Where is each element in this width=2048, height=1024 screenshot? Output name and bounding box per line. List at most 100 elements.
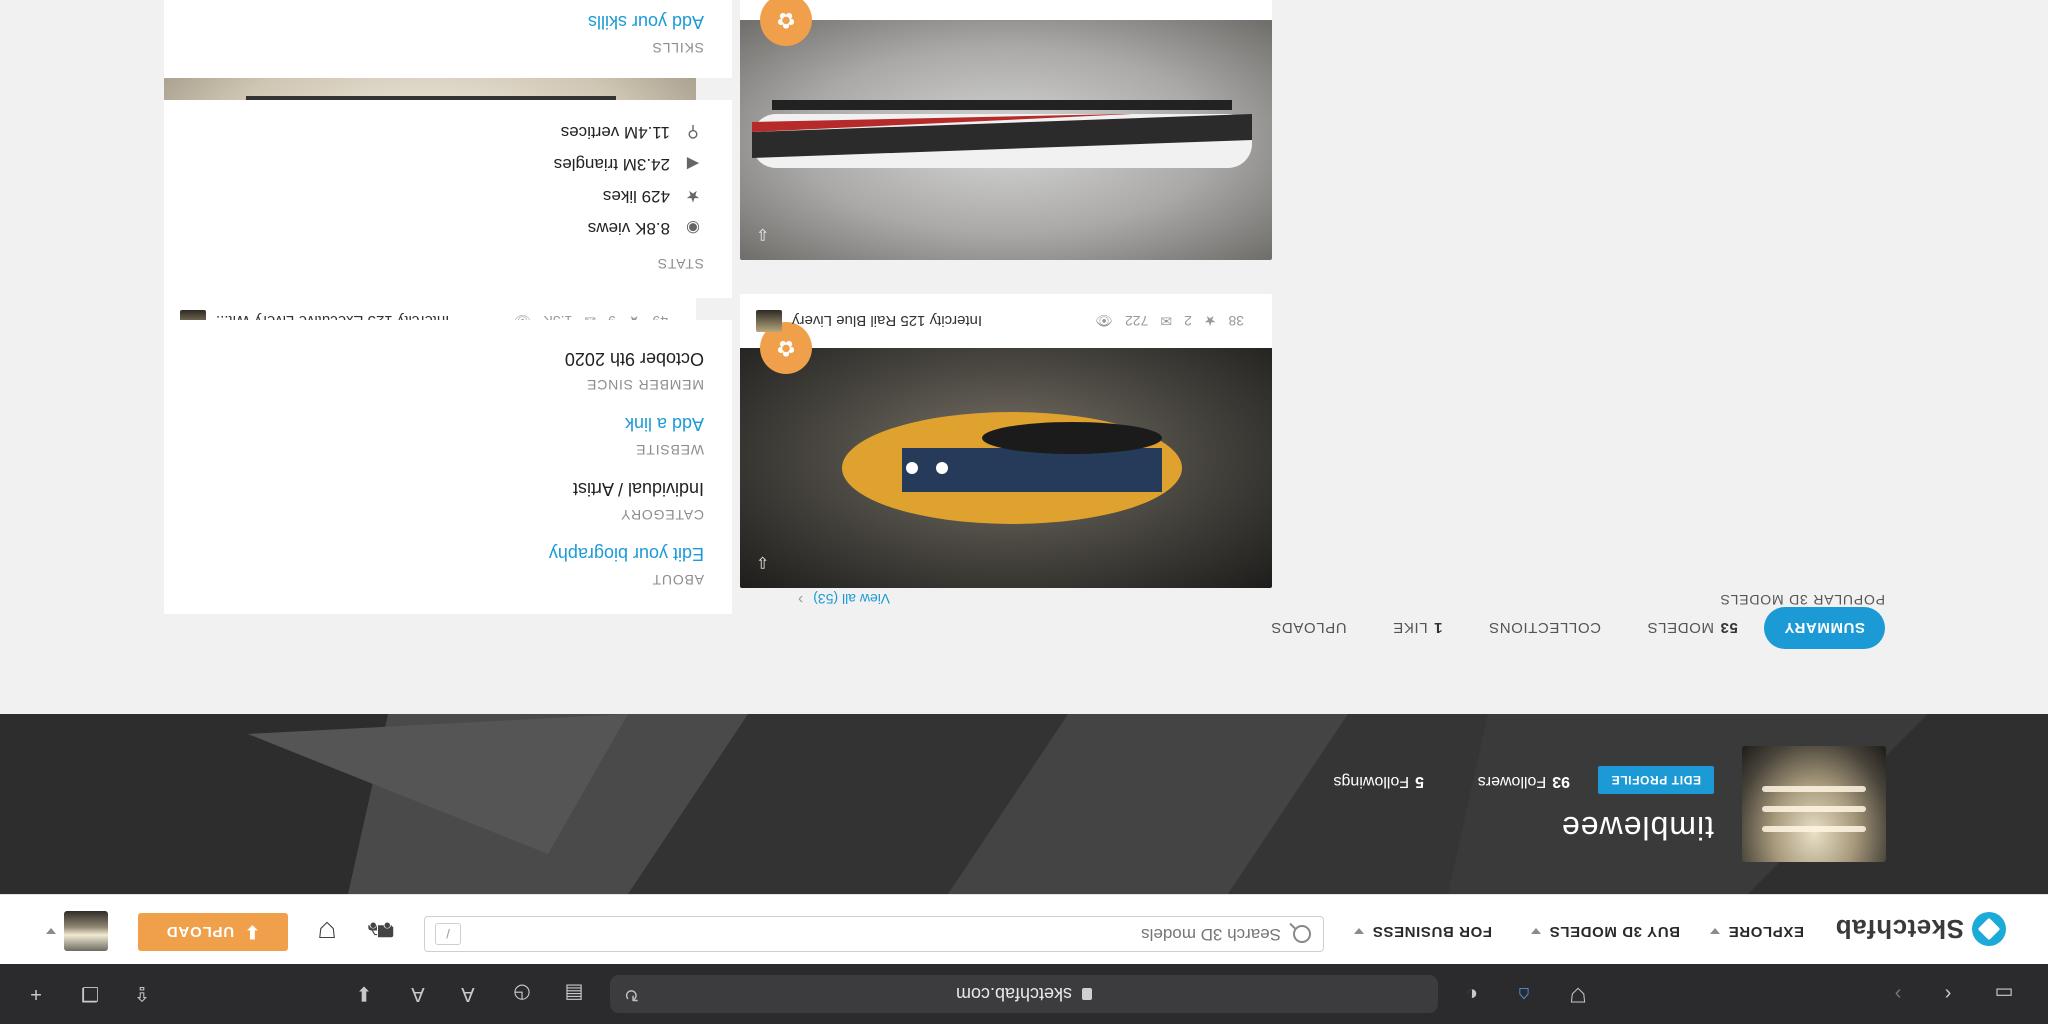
model-title-row: Intercity 125 Rail Blue Livery 👁 722 ✉ 2 ★… <box>740 294 1272 348</box>
tab-models[interactable]: 53 MODELS <box>1627 607 1758 649</box>
star-icon: ★ <box>1203 313 1217 330</box>
tab-models-count: 53 <box>1719 619 1738 637</box>
train-render <box>752 100 1252 168</box>
upload-arrow-icon: ⬇ <box>244 922 261 943</box>
download-manager-icon[interactable]: ⬇ <box>350 980 378 1008</box>
model-thumbnail[interactable]: ⇩ <box>740 20 1272 260</box>
screenshot-icon[interactable]: ▤ <box>560 980 588 1008</box>
stat-triangles-value: 24.3M triangles <box>553 155 670 174</box>
tab-uploads-label: UPLOADS <box>1270 619 1347 637</box>
add-skills-link[interactable]: Add your skills <box>192 11 704 32</box>
nav-for-business[interactable]: FOR BUSINESS <box>1354 923 1492 940</box>
download-icon[interactable]: ⇩ <box>756 224 769 244</box>
banner-pattern <box>0 714 2048 894</box>
tab-uploads[interactable]: UPLOADS <box>1251 607 1367 649</box>
stat-triangles: ◀ 24.3M triangles <box>192 154 704 174</box>
model-card[interactable]: ⇩ ✿ <box>740 0 1272 260</box>
stats-label: STATS <box>656 256 704 272</box>
search-input[interactable] <box>521 924 1281 944</box>
nav-business-label: FOR BUSINESS <box>1372 923 1492 940</box>
stats-panel: STATS ◉ 8.8K views ★ 429 likes ◀ 24.3M tria… <box>164 100 732 298</box>
category-label: CATEGORY <box>620 507 704 523</box>
translate-icon[interactable]: A <box>454 980 482 1008</box>
nav-buy-label: BUY 3D MODELS <box>1549 923 1680 940</box>
tab-summary-label: SUMMARY <box>1783 619 1865 637</box>
share-icon[interactable]: ⇪ <box>128 980 156 1008</box>
nav-explore-label: EXPLORE <box>1728 923 1804 940</box>
url-text: sketchfab.com <box>955 984 1073 1005</box>
star-icon: ★ <box>685 187 701 204</box>
stat-views: ◉ 8.8K views <box>192 218 704 238</box>
tab-models-label: MODELS <box>1647 619 1714 637</box>
user-avatar[interactable] <box>64 911 108 951</box>
comment-icon: ✉ <box>1160 313 1173 330</box>
search-shortcut-key: / <box>435 923 461 945</box>
followers-count: 93 <box>1552 773 1570 790</box>
history-icon[interactable]: ◷ <box>508 980 536 1008</box>
view-all-label: View all (53) <box>813 591 890 607</box>
add-website-link[interactable]: Add a link <box>192 413 704 434</box>
nav-explore[interactable]: EXPLORE <box>1710 923 1804 940</box>
back-icon[interactable]: ‹ <box>1934 980 1962 1008</box>
lock-icon <box>1082 988 1093 1000</box>
followings-count: 5 <box>1415 773 1424 790</box>
chevron-down-icon[interactable] <box>46 928 56 934</box>
view-all-link[interactable]: View all (53) › <box>798 590 890 608</box>
model-stats: 👁 722 ✉ 2 ★ 38 <box>1095 313 1256 330</box>
search-box[interactable]: / <box>424 916 1324 952</box>
nav-buy-3d-models[interactable]: BUY 3D MODELS <box>1531 923 1680 940</box>
member-since-label: MEMBER SINCE <box>586 377 704 393</box>
about-label: ABOUT <box>651 572 704 588</box>
popular-models-title: POPULAR 3D MODELS <box>1719 592 1885 608</box>
chevron-down-icon <box>1354 928 1365 935</box>
tabs-icon[interactable]: ❐ <box>76 980 104 1008</box>
owner-avatar[interactable] <box>756 310 782 332</box>
upload-button[interactable]: ⬇ UPLOAD <box>138 913 288 951</box>
reload-icon[interactable]: ↻ <box>624 984 639 1005</box>
forward-icon[interactable]: › <box>1884 980 1912 1008</box>
font-icon[interactable]: A <box>404 980 432 1008</box>
model-name[interactable]: Intercity 125 Rail Blue Livery <box>792 313 1095 330</box>
profile-banner: timblewee EDIT PROFILE 93 Followers 5 Foll… <box>0 714 2048 894</box>
stat-vertices-value: 11.4M vertices <box>560 123 670 142</box>
tab-summary[interactable]: SUMMARY <box>1763 607 1885 649</box>
notifications-shield-icon[interactable]: ⛉ <box>312 914 342 944</box>
model-card[interactable]: ⇩ ✿ Intercity 125 Rail Blue Livery 👁 722 … <box>740 294 1272 588</box>
site-header: Sketchfab EXPLORE BUY 3D MODELS FOR BUSI… <box>0 894 2048 964</box>
shield-extension-icon[interactable]: ⌂ <box>1510 980 1538 1008</box>
sidebar-toggle-icon[interactable]: ▭ <box>1990 980 2018 1008</box>
stat-likes: ★ 429 likes <box>192 186 704 206</box>
skills-label: SKILLS <box>651 40 704 56</box>
followings-stat[interactable]: 5 Followings <box>1334 772 1425 790</box>
tab-like-label: LIKE <box>1392 619 1428 637</box>
profile-tabs: SUMMARY 53 MODELS COLLECTIONS 1 LIKE UPLOA… <box>1245 607 1885 649</box>
followings-label: Followings <box>1333 773 1410 790</box>
stat-likes-value: 429 likes <box>602 187 670 206</box>
followers-label: Followers <box>1477 773 1547 790</box>
browser-toolbar: ▭ ‹ › ⛉ ⌂ ◐ sketchfab.com ↻ ▤ ◷ A A ⬇ ⇪ … <box>0 964 2048 1024</box>
chevron-down-icon <box>1531 928 1542 935</box>
profile-avatar[interactable] <box>1742 746 1886 862</box>
skills-panel: SKILLS Add your skills <box>164 0 732 78</box>
chevron-down-icon <box>1710 928 1721 935</box>
address-bar[interactable]: sketchfab.com ↻ <box>610 975 1438 1013</box>
sketchfab-logo[interactable]: Sketchfab <box>1835 912 2006 946</box>
pocket-icon[interactable]: ⛉ <box>1564 980 1592 1008</box>
download-icon[interactable]: ⇩ <box>756 552 769 572</box>
edit-biography-link[interactable]: Edit your biography <box>192 543 704 564</box>
search-icon <box>1293 925 1311 943</box>
edit-profile-button[interactable]: EDIT PROFILE <box>1598 766 1714 794</box>
store-cart-icon[interactable]: ⛟ <box>366 914 396 944</box>
new-tab-icon[interactable]: + <box>22 980 50 1008</box>
member-since-value: October 9th 2020 <box>564 349 704 369</box>
followers-stat[interactable]: 93 Followers <box>1478 772 1570 790</box>
train-render <box>842 412 1182 524</box>
model-thumbnail[interactable]: ⇩ <box>740 348 1272 588</box>
tab-collections-label: COLLECTIONS <box>1488 619 1601 637</box>
tab-collections[interactable]: COLLECTIONS <box>1469 607 1621 649</box>
chevron-right-icon: › <box>797 591 804 608</box>
stat-views-value: 8.8K views <box>587 219 670 238</box>
reader-icon[interactable]: ◐ <box>1458 980 1486 1008</box>
vertex-icon: ⚲ <box>687 123 699 140</box>
tab-like[interactable]: 1 LIKE <box>1373 607 1463 649</box>
